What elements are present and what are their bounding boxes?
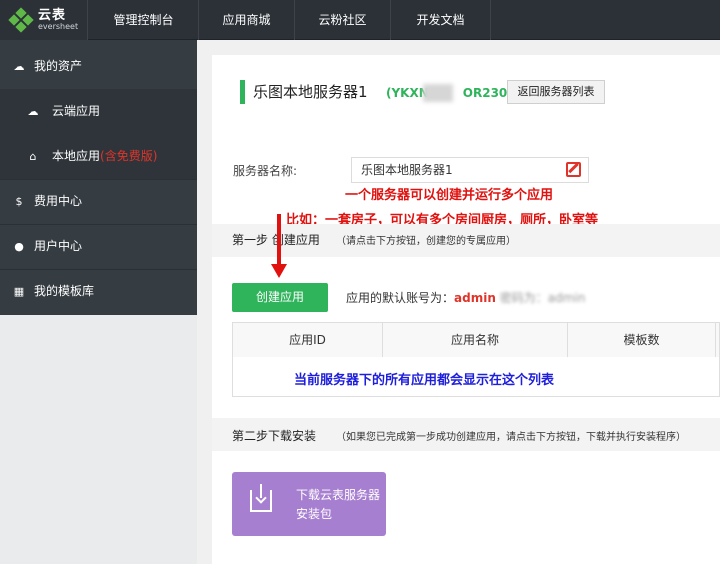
free-badge: (含免费版) <box>100 149 158 163</box>
edit-icon[interactable] <box>566 162 581 177</box>
user-icon: ● <box>14 240 24 253</box>
sidebar-item-label: 我的模板库 <box>34 284 95 298</box>
step2-title: 第二步下载安装 <box>232 429 317 443</box>
sidebar-item-label: 我的资产 <box>34 59 83 73</box>
annotation-app-list: 当前服务器下的所有应用都会显示在这个列表 <box>294 373 555 388</box>
server-name-input[interactable]: 乐图本地服务器1 <box>351 157 589 183</box>
sidebar-item-cloud-apps[interactable]: ☁ 云端应用 <box>0 89 197 134</box>
sidebar-item-assets[interactable]: ☁ 我的资产 <box>0 44 197 89</box>
sidebar: ☁ 我的资产 ☁ 云端应用 ⌂ 本地应用(含免费版) $ 费用中心 ● 用户中心… <box>0 40 197 564</box>
step1-title: 第一步 创建应用 <box>232 233 320 247</box>
apps-table-header: 应用ID 应用名称 模板数 <box>232 322 720 358</box>
download-label: 下载云表服务器安装包 <box>296 488 381 521</box>
sidebar-item-local-apps[interactable]: ⌂ 本地应用(含免费版) <box>0 134 197 179</box>
sidebar-item-templates[interactable]: ▦ 我的模板库 <box>0 269 197 314</box>
column-template-count[interactable]: 模板数 <box>568 323 716 357</box>
code-redaction <box>423 84 453 102</box>
home-icon: ⌂ <box>29 150 37 163</box>
annotation-arrow-head <box>271 264 287 278</box>
download-icon <box>250 484 272 512</box>
annotation-arrow <box>277 214 281 266</box>
sidebar-item-billing[interactable]: $ 费用中心 <box>0 179 197 224</box>
title-accent-bar <box>240 80 245 104</box>
top-navbar: 云表 eversheet 管理控制台 应用商城 云粉社区 开发文档 <box>0 0 720 40</box>
nav-community[interactable]: 云粉社区 <box>295 0 391 40</box>
step1-hint: （请点击下方按钮，创建您的专属应用） <box>336 236 516 247</box>
default-username: admin <box>454 291 496 305</box>
sidebar-item-label: 本地应用 <box>52 149 101 163</box>
server-code-suffix: OR230) <box>462 86 513 100</box>
sidebar-item-user-center[interactable]: ● 用户中心 <box>0 224 197 269</box>
download-installer-button[interactable]: 下载云表服务器安装包 <box>232 472 386 536</box>
page-title: 乐图本地服务器1 <box>253 83 368 101</box>
column-app-name[interactable]: 应用名称 <box>383 323 568 357</box>
server-name-label: 服务器名称: <box>233 164 298 178</box>
default-password: admin <box>547 291 586 305</box>
nav-app-store[interactable]: 应用商城 <box>199 0 295 40</box>
dollar-icon: $ <box>15 195 23 208</box>
back-to-server-list-button[interactable]: 返回服务器列表 <box>507 80 605 104</box>
annotation-multi-app: 一个服务器可以创建并运行多个应用 <box>345 188 554 203</box>
logo-text: 云表 <box>38 8 67 23</box>
gift-icon: ▦ <box>13 285 25 298</box>
sidebar-item-label: 用户中心 <box>34 239 83 253</box>
nav-console[interactable]: 管理控制台 <box>89 0 199 40</box>
sidebar-item-label: 费用中心 <box>34 194 83 208</box>
default-account-text: 应用的默认账号为：admin 密码为：admin <box>346 291 586 305</box>
nav-docs[interactable]: 开发文档 <box>391 0 491 40</box>
create-app-button[interactable]: 创建应用 <box>232 283 328 312</box>
step2-hint: （如果您已完成第一步成功创建应用，请点击下方按钮，下载并执行安装程序） <box>336 432 686 443</box>
column-app-id[interactable]: 应用ID <box>233 323 383 357</box>
cloud-icon: ☁ <box>27 105 39 118</box>
cloud-icon: ☁ <box>13 60 25 73</box>
logo-icon <box>8 7 34 33</box>
sidebar-item-label: 云端应用 <box>52 104 101 118</box>
logo[interactable]: 云表 eversheet <box>0 0 88 40</box>
logo-subtext: eversheet <box>38 22 79 31</box>
